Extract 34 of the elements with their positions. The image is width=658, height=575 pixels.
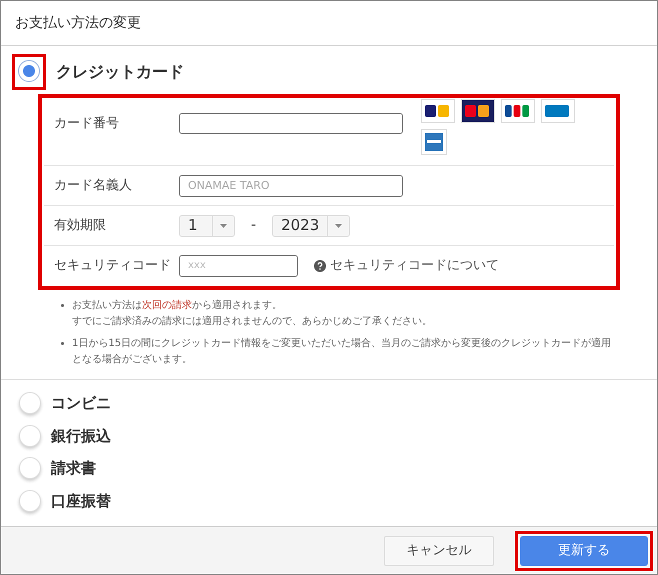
card-icon [421,99,455,123]
note-text: お支払い方法は次回の請求から適用されます。 すでにご請求済みの請求には適用されませんので、あらかじめご了承ください。 [72,298,432,329]
dialog-title: お支払い方法の変更 [15,14,141,32]
card-icon [421,129,447,155]
help-icon [314,260,326,272]
update-button[interactable]: 更新する [520,536,648,566]
dropdown[interactable]: 1 [179,214,235,236]
cancel-button[interactable]: キャンセル [384,536,494,566]
option-label: 銀行振込 [51,426,111,446]
help-link[interactable]: セキュリティコードについて [314,256,499,276]
radio-button[interactable] [19,424,41,447]
field-label: カード名義人 [54,176,133,195]
date-separator: - [251,216,256,235]
security-code-field[interactable]: xxx [179,254,298,276]
option-label: 請求書 [51,458,96,479]
radio-button[interactable] [19,490,41,512]
radio-button[interactable] [19,457,41,480]
card-icon [541,99,575,123]
radio-button[interactable] [19,392,41,414]
field-label: 有効期限 [54,216,107,235]
radio-button[interactable] [18,60,40,82]
option-label: クレジットカード [56,61,184,83]
option-label: 口座振替 [51,490,111,512]
field-label: カード番号 [54,115,120,133]
dropdown[interactable]: 2023 [272,214,350,236]
card-icon [461,99,495,123]
caret-icon [335,224,342,228]
cardholder-field[interactable]: ONAMAE TARO [179,174,403,196]
caret-icon [220,224,227,228]
card-number-field[interactable] [179,113,403,134]
note-text: 1日から15日の間にクレジットカード情報をご変更いただいた場合、当月のご請求から変更後のクレジットカードが適用となる場合がございます。 [72,336,612,367]
card-icon [501,99,535,123]
option-label: コンビニ [51,393,111,414]
field-label: セキュリティコード [54,256,172,275]
